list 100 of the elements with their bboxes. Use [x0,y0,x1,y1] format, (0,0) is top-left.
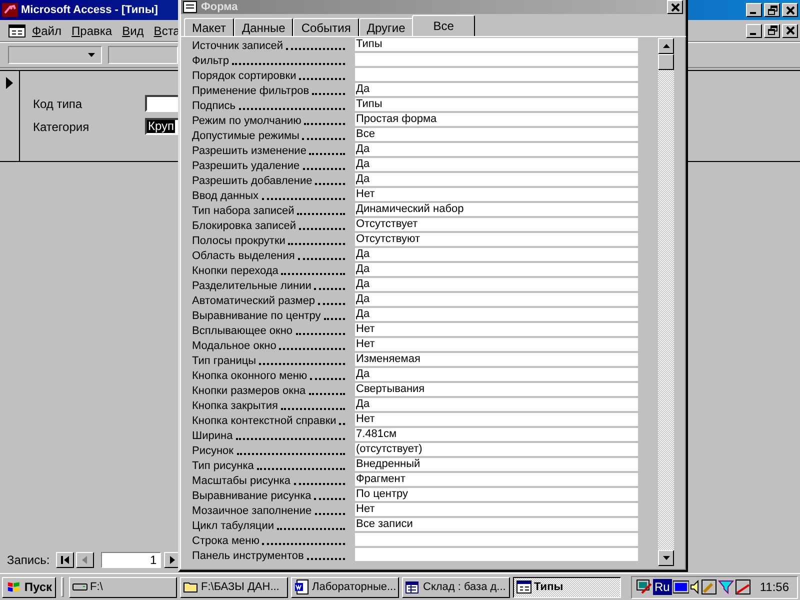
taskbar-button[interactable]: F:\БАЗЫ ДАН... [180,576,288,598]
property-name: Разделительные линии [192,280,312,293]
property-name: Масштабы рисунка [192,475,291,488]
close-icon [784,4,796,16]
taskbar-button[interactable]: Типы [513,576,621,598]
previous-record-button[interactable] [76,552,94,568]
property-value-field[interactable]: Внедренный [355,458,638,471]
close-icon [784,25,796,36]
tab[interactable]: Другие [358,18,414,36]
property-value-field[interactable]: Нет [355,188,638,201]
property-value-field[interactable]: Да [355,158,638,171]
property-value-field[interactable] [355,533,638,546]
property-name: Модальное окно [192,340,276,353]
property-value-field[interactable]: Да [355,308,638,321]
restore-button[interactable] [764,3,780,17]
first-icon [60,556,69,564]
property-value-field[interactable]: Нет [355,413,638,426]
property-value-field[interactable]: Свертывания [355,383,638,396]
speaker-icon[interactable] [690,579,700,595]
property-value-field[interactable]: (отсутствует) [355,443,638,456]
taskbar-button[interactable]: F:\ [69,576,177,598]
close-button[interactable] [667,0,683,14]
property-name: Тип набора записей [192,205,294,218]
property-name: Подпись [192,100,236,113]
property-value-field[interactable]: Да [355,143,638,156]
tab[interactable]: Макет [184,18,234,36]
clock[interactable]: 11:56 [760,580,789,594]
document-icon [294,579,310,595]
property-value-field[interactable] [355,53,638,66]
start-button[interactable]: Пуск [2,576,56,598]
property-value-field[interactable] [355,548,638,561]
property-value-field[interactable] [355,68,638,81]
right-arrow-icon [170,556,176,564]
property-name: Тип рисунка [192,460,254,473]
property-value-field[interactable]: Да [355,293,638,306]
tab[interactable]: События [293,18,359,36]
property-value-field[interactable]: Да [355,173,638,186]
property-name: Рисунок [192,445,234,458]
property-value-field[interactable]: Все записи [355,518,638,531]
minimize-button[interactable] [746,3,762,17]
window-title: Форма [201,0,238,14]
menu-item[interactable]: Файл [32,24,62,38]
funnel-icon[interactable] [718,579,734,595]
taskbar-button[interactable]: Склад : база д... [402,576,510,598]
property-value-field[interactable]: Типы [355,38,638,51]
property-value-field[interactable]: Типы [355,98,638,111]
property-value-field[interactable]: По центру [355,488,638,501]
form-icon [516,579,532,595]
menu-item[interactable]: Правка [72,24,112,38]
restore-button[interactable] [764,24,780,38]
close-button[interactable] [782,24,798,38]
dropdown-field[interactable] [8,46,102,64]
property-value-field[interactable]: Нет [355,503,638,516]
property-value-field[interactable]: 7.481см [355,428,638,441]
first-record-button[interactable] [56,552,74,568]
taskbar-button[interactable]: Лабораторные... [291,576,399,598]
property-value-field[interactable]: Да [355,398,638,411]
property-value-field[interactable]: Простая форма [355,113,638,126]
menu-item[interactable]: Вид [122,24,144,38]
property-name: Ввод данных [192,190,258,203]
left-arrow-icon [82,556,88,564]
property-value-field[interactable]: Да [355,263,638,276]
close-button[interactable] [782,3,798,17]
form-icon[interactable] [8,24,26,38]
property-name: Мозаичное заполнение [192,505,312,518]
property-name: Тип границы [192,355,256,368]
screen-icon[interactable] [672,580,689,594]
property-value-field[interactable]: Отсутствует [355,218,638,231]
property-name: Кнопки перехода [192,265,278,278]
property-name: Строка меню [192,535,260,548]
minimize-button[interactable] [746,24,762,38]
property-value-field[interactable]: Да [355,278,638,291]
scroll-up-button[interactable] [658,38,674,54]
tab[interactable]: Все [412,15,475,36]
property-value-field[interactable]: Да [355,248,638,261]
property-value-field[interactable]: Динамический набор [355,203,638,216]
property-value-field[interactable]: Да [355,368,638,381]
property-value-field[interactable]: Нет [355,323,638,336]
property-name: Выравнивание по центру [192,310,321,323]
minimize-icon [750,32,756,34]
property-value-field[interactable]: Все [355,128,638,141]
monitor-icon[interactable] [636,579,652,595]
record-label: Запись: [7,553,50,567]
language-indicator[interactable]: Ru [652,579,672,595]
property-value-field[interactable]: Фрагмент [355,473,638,486]
property-name: Кнопка закрытия [192,400,278,413]
property-value-field[interactable]: Нет [355,338,638,351]
tab[interactable]: Данные [234,18,294,36]
font-field[interactable] [108,46,178,64]
record-number-field[interactable]: 1 [100,552,161,568]
scroll-down-button[interactable] [658,550,674,566]
property-value-field[interactable]: Изменяемая [355,353,638,366]
property-value-field[interactable]: Отсутствуют [355,233,638,246]
property-value-field[interactable]: Да [355,83,638,96]
key-icon [2,3,18,17]
current-record-icon [6,77,13,89]
restore-icon [766,4,778,16]
property-name: Область выделения [192,250,295,263]
scroll-thumb[interactable] [658,54,674,70]
scrollbar[interactable] [658,38,674,566]
